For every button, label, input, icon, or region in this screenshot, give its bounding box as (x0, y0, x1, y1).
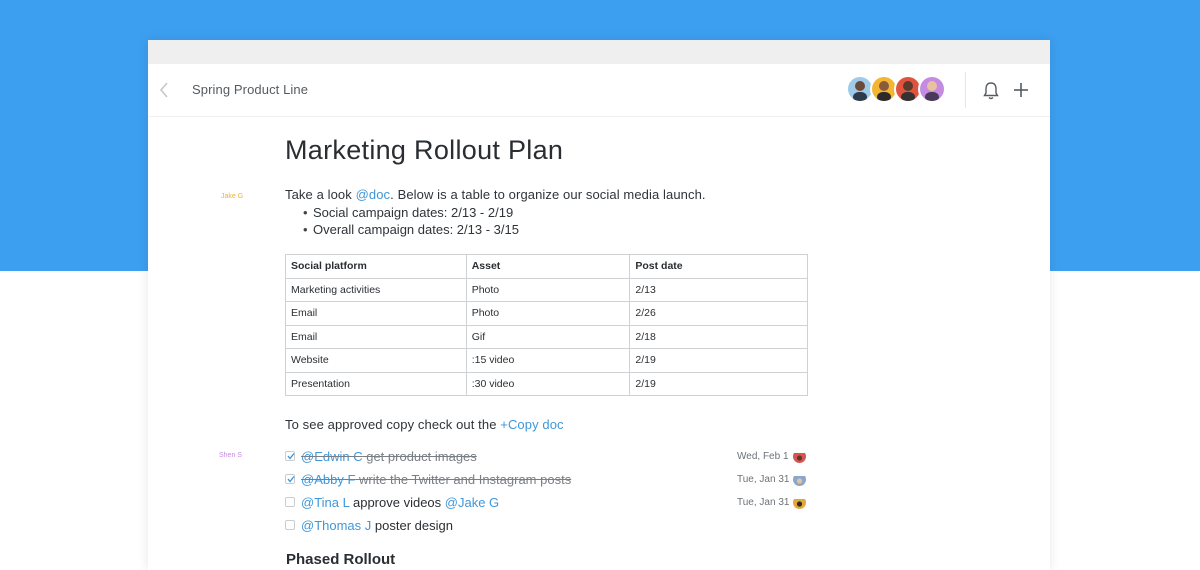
table-header-cell[interactable]: Post date (629, 254, 808, 279)
assignee-avatar (793, 450, 806, 463)
table-cell[interactable]: 2/18 (629, 324, 808, 349)
task-checkbox[interactable] (285, 474, 295, 484)
plus-icon[interactable] (1012, 81, 1030, 99)
page-title[interactable]: Marketing Rollout Plan (285, 135, 845, 166)
copy-line-text: To see approved copy check out the (285, 417, 501, 432)
task-checkbox[interactable] (285, 520, 295, 530)
header-divider (965, 72, 966, 108)
task-checkbox[interactable] (285, 497, 295, 507)
table-cell[interactable]: 2/13 (629, 277, 808, 302)
document-header: Spring Product Line (148, 64, 1050, 117)
copy-doc-link[interactable]: +Copy doc (500, 417, 563, 432)
list-item-text: Overall campaign dates: 2/13 - 3/15 (313, 222, 519, 237)
author-tag: Jake G (221, 193, 244, 200)
task-description: write the Twitter and Instagram posts (355, 472, 572, 487)
task-text[interactable]: @Thomas J poster design (301, 514, 453, 537)
table-cell[interactable]: Photo (465, 301, 631, 326)
task-item: @Edwin C get product images Wed, Feb 1 (285, 445, 810, 468)
chevron-left-icon[interactable] (158, 81, 170, 99)
assignee-mention[interactable]: @Edwin C (301, 449, 363, 464)
avatar[interactable] (918, 75, 946, 103)
list-item[interactable]: • Social campaign dates: 2/13 - 2/19 (303, 204, 519, 221)
table-cell[interactable]: 2/19 (629, 348, 808, 373)
assignee-mention[interactable]: @Tina L (301, 495, 349, 510)
table-cell[interactable]: :15 video (465, 348, 631, 373)
table-cell[interactable]: Website (285, 348, 467, 373)
copy-doc-paragraph[interactable]: To see approved copy check out the +Copy… (285, 417, 564, 432)
table-row: Marketing activities Photo 2/13 (285, 277, 808, 302)
task-item: @Thomas J poster design (285, 514, 810, 537)
author-tag: Shen S (219, 452, 242, 459)
table-cell[interactable]: Email (285, 324, 467, 349)
campaign-dates-list: • Social campaign dates: 2/13 - 2/19 • Ove… (303, 204, 519, 238)
assignee-mention[interactable]: @Abby F (301, 472, 355, 487)
task-due-date[interactable]: Wed, Feb 1 (737, 445, 789, 468)
table-header-cell[interactable]: Asset (465, 254, 631, 279)
task-due-date[interactable]: Tue, Jan 31 (737, 491, 789, 514)
table-cell[interactable]: Email (285, 301, 467, 326)
task-due-date[interactable]: Tue, Jan 31 (737, 468, 789, 491)
table-cell[interactable]: Photo (465, 277, 631, 302)
task-list: @Edwin C get product images Wed, Feb 1 @… (285, 445, 810, 537)
task-text[interactable]: @Tina L approve videos @Jake G (301, 491, 499, 514)
table-cell[interactable]: 2/26 (629, 301, 808, 326)
table-row: Email Photo 2/26 (285, 301, 808, 326)
document-window: Spring Product Line Marketing Rollout Pl… (148, 40, 1050, 570)
table-row: Presentation :30 video 2/19 (285, 371, 808, 396)
window-chrome-bar (148, 40, 1050, 64)
task-text[interactable]: @Abby F write the Twitter and Instagram … (301, 468, 571, 491)
task-description: approve videos (349, 495, 445, 510)
task-item: @Abby F write the Twitter and Instagram … (285, 468, 810, 491)
assignee-mention[interactable]: @Thomas J (301, 518, 371, 533)
table-cell[interactable]: Gif (465, 324, 631, 349)
task-checkbox[interactable] (285, 451, 295, 461)
task-item: @Tina L approve videos @Jake G Tue, Jan … (285, 491, 810, 514)
intro-text: . Below is a table to organize our socia… (390, 187, 706, 202)
intro-text: Take a look (285, 187, 356, 202)
breadcrumb[interactable]: Spring Product Line (192, 82, 308, 97)
table-cell[interactable]: Marketing activities (285, 277, 467, 302)
doc-title-block: Marketing Rollout Plan (285, 135, 845, 166)
bell-icon[interactable] (982, 81, 1000, 101)
assignee-avatar (793, 496, 806, 509)
doc-mention-link[interactable]: @doc (356, 187, 391, 202)
list-item[interactable]: • Overall campaign dates: 2/13 - 3/15 (303, 221, 519, 238)
table-row: Email Gif 2/18 (285, 324, 808, 349)
table-header-cell[interactable]: Social platform (285, 254, 467, 279)
assignee-avatar (793, 473, 806, 486)
task-description: poster design (371, 518, 453, 533)
table-cell[interactable]: Presentation (285, 371, 467, 396)
table-cell[interactable]: 2/19 (629, 371, 808, 396)
task-description: get product images (362, 449, 477, 464)
social-media-table: Social platform Asset Post date Marketin… (285, 254, 808, 396)
assignee-mention[interactable]: @Jake G (445, 495, 499, 510)
task-text[interactable]: @Edwin C get product images (301, 445, 477, 468)
table-row: Website :15 video 2/19 (285, 348, 808, 373)
table-cell[interactable]: :30 video (465, 371, 631, 396)
section-heading[interactable]: Phased Rollout (286, 551, 395, 568)
table-header-row: Social platform Asset Post date (285, 254, 808, 279)
list-item-text: Social campaign dates: 2/13 - 2/19 (313, 205, 514, 220)
intro-paragraph[interactable]: Take a look @doc. Below is a table to or… (285, 187, 706, 202)
